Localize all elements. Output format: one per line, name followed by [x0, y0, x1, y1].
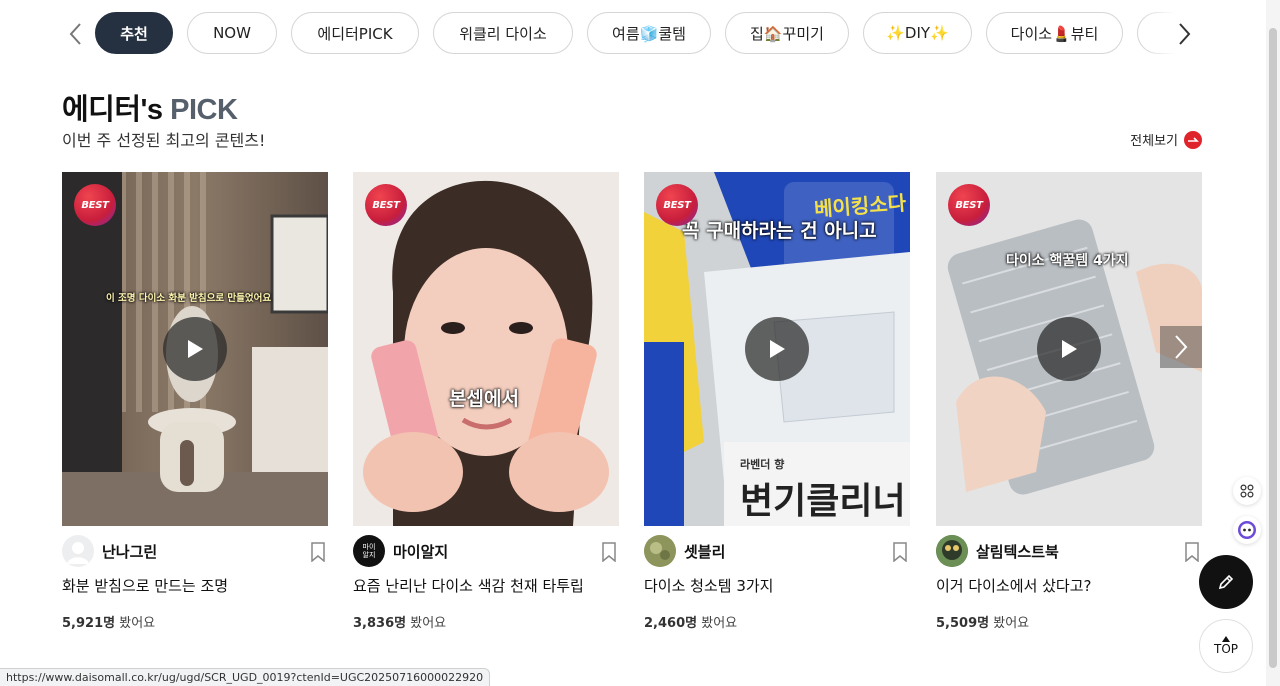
package-text: 변기클리너	[740, 481, 906, 522]
best-badge: BEST	[74, 184, 116, 226]
default-user-icon	[67, 542, 89, 564]
card-title[interactable]: 요즘 난리난 다이소 색감 천재 타투립	[353, 575, 584, 596]
top-label: TOP	[1213, 642, 1238, 656]
card-author[interactable]: 살림텍스트북	[936, 535, 1202, 567]
avatar	[644, 535, 676, 567]
bookmark-icon[interactable]	[1184, 542, 1200, 562]
chevron-left-icon[interactable]	[64, 20, 88, 48]
tab-summer-cool[interactable]: 여름🧊쿨템	[587, 12, 711, 54]
card-author[interactable]: 셋블리	[644, 535, 910, 567]
card-author[interactable]: 난나그린	[62, 535, 328, 567]
tab-diy[interactable]: ✨DIY✨	[863, 12, 972, 54]
best-badge: BEST	[656, 184, 698, 226]
play-icon[interactable]	[745, 317, 809, 381]
video-caption: 이 조명 다이소 화분 받침으로 만들었어요	[106, 293, 272, 304]
tab-now[interactable]: NOW	[187, 12, 277, 54]
content-card[interactable]: 본셉에서 BEST 마이 알지 마이알지 요즘 난리난 다이소 색감 천재 타투…	[353, 172, 619, 631]
pencil-icon	[1218, 574, 1234, 590]
chevron-right-icon	[1175, 335, 1188, 359]
category-tabs: 추천 NOW 에디터PICK 위클리 다이소 여름🧊쿨템 집🏠꾸미기 ✨DIY✨…	[95, 12, 1202, 56]
chevron-right-icon[interactable]	[1172, 20, 1196, 48]
tab-editor-pick[interactable]: 에디터PICK	[291, 12, 419, 54]
card-title[interactable]: 다이소 청소템 3가지	[644, 575, 773, 596]
card-title[interactable]: 이거 다이소에서 샀다고?	[936, 575, 1092, 596]
play-icon[interactable]	[163, 317, 227, 381]
author-name: 살림텍스트북	[976, 542, 1059, 561]
author-name: 마이알지	[393, 542, 449, 561]
chatbot-icon[interactable]	[1233, 516, 1261, 544]
view-count-number: 3,836명	[353, 616, 407, 631]
play-icon[interactable]	[1037, 317, 1101, 381]
view-count-suffix: 봤어요	[119, 616, 156, 631]
see-all-link[interactable]: 전체보기	[1130, 130, 1202, 149]
view-count-suffix: 봤어요	[410, 616, 447, 631]
arrow-right-circle-icon	[1184, 130, 1202, 149]
tab-label: 에디터PICK	[317, 24, 393, 43]
category-tab-bar: 추천 NOW 에디터PICK 위클리 다이소 여름🧊쿨템 집🏠꾸미기 ✨DIY✨…	[60, 12, 1202, 56]
author-name: 셋블리	[684, 542, 726, 561]
view-count-suffix: 봤어요	[701, 616, 738, 631]
card-title[interactable]: 화분 받침으로 만드는 조명	[62, 575, 228, 596]
tab-label: 다이소💄뷰티	[1010, 24, 1099, 43]
see-all-label: 전체보기	[1130, 134, 1178, 149]
write-post-button[interactable]	[1199, 555, 1253, 609]
video-caption: 다이소 핵꿀템 4가지	[1006, 253, 1129, 269]
carousel-next-button[interactable]	[1160, 326, 1202, 368]
section-title-main: 에디터's	[62, 94, 163, 126]
bookmark-icon[interactable]	[601, 542, 617, 562]
bookmark-icon[interactable]	[892, 542, 908, 562]
view-count-suffix: 봤어요	[993, 616, 1030, 631]
section-title: 에디터's PICK	[62, 86, 238, 128]
best-badge: BEST	[948, 184, 990, 226]
content-card[interactable]: 베이킹소다 꼭 구매하라는 건 아니고 라벤더 향 변기클리너 BEST 셋블리…	[644, 172, 910, 631]
tab-label: 여름🧊쿨템	[612, 24, 686, 43]
avatar	[936, 535, 968, 567]
view-count-number: 2,460명	[644, 616, 698, 631]
tab-label: 집🏠꾸미기	[750, 24, 824, 43]
video-caption: 본셉에서	[449, 388, 519, 410]
view-count: 5,921명 봤어요	[62, 612, 155, 631]
bookmark-icon[interactable]	[310, 542, 326, 562]
package-text: 라벤더 향	[740, 458, 785, 471]
avatar-image	[936, 535, 968, 567]
avatar	[62, 535, 94, 567]
page-scrollbar[interactable]	[1266, 0, 1280, 686]
video-thumbnail[interactable]: 본셉에서 BEST	[353, 172, 619, 526]
card-author[interactable]: 마이 알지 마이알지	[353, 535, 619, 567]
status-bar-url: https://www.daisomall.co.kr/ug/ugd/SCR_U…	[0, 668, 491, 686]
section-title-accent: PICK	[170, 94, 238, 126]
video-caption: 꼭 구매하라는 건 아니고	[682, 220, 877, 242]
scroll-top-button[interactable]: TOP	[1199, 619, 1253, 673]
apps-grid-icon[interactable]	[1233, 477, 1261, 505]
tab-label: 위클리 다이소	[459, 24, 547, 43]
author-name: 난나그린	[102, 542, 158, 561]
best-badge: BEST	[365, 184, 407, 226]
tab-label: 추천	[120, 24, 148, 43]
editor-pick-carousel: 이 조명 다이소 화분 받침으로 만들었어요 BEST 난나그린 화분 받침으로…	[62, 172, 1202, 642]
tab-recommended[interactable]: 추천	[95, 12, 173, 54]
view-count: 2,460명 봤어요	[644, 612, 737, 631]
tab-weekly-daiso[interactable]: 위클리 다이소	[433, 12, 573, 54]
tab-label: ✨DIY✨	[886, 24, 949, 42]
view-count: 5,509명 봤어요	[936, 612, 1029, 631]
view-count-number: 5,509명	[936, 616, 990, 631]
view-count-number: 5,921명	[62, 616, 116, 631]
section-subtitle: 이번 주 선정된 최고의 콘텐츠!	[62, 131, 266, 150]
tab-daiso-beauty[interactable]: 다이소💄뷰티	[986, 12, 1123, 54]
tab-label: NOW	[213, 24, 251, 42]
video-thumbnail[interactable]: 이 조명 다이소 화분 받침으로 만들었어요 BEST	[62, 172, 328, 526]
tab-home-deco[interactable]: 집🏠꾸미기	[725, 12, 849, 54]
scrollbar-thumb[interactable]	[1269, 28, 1277, 668]
thumbnail-image	[353, 172, 619, 526]
avatar: 마이 알지	[353, 535, 385, 567]
view-count: 3,836명 봤어요	[353, 612, 446, 631]
content-card[interactable]: 이 조명 다이소 화분 받침으로 만들었어요 BEST 난나그린 화분 받침으로…	[62, 172, 328, 631]
avatar-image	[644, 535, 676, 567]
video-thumbnail[interactable]: 베이킹소다 꼭 구매하라는 건 아니고 라벤더 향 변기클리너 BEST	[644, 172, 910, 526]
